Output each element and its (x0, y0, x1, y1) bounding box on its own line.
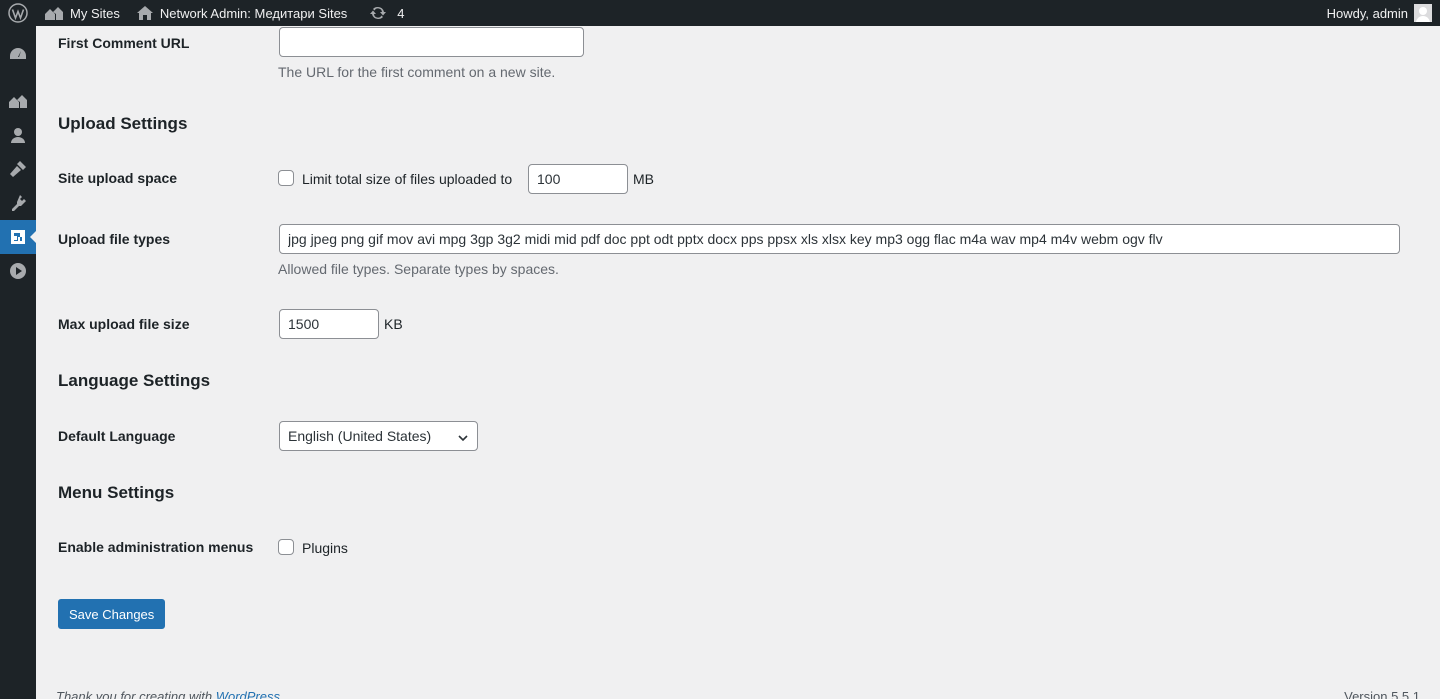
upload-settings-heading: Upload Settings (58, 114, 188, 133)
updates-count: 4 (397, 5, 405, 21)
limit-upload-checkbox-label: Limit total size of files uploaded to (302, 171, 513, 187)
upload-space-input[interactable] (528, 164, 628, 194)
my-sites-menu[interactable]: My Sites (36, 0, 128, 26)
wordpress-link[interactable]: WordPress (216, 689, 280, 699)
default-language-select[interactable]: English (United States) (279, 421, 478, 451)
footer-thanks-prefix: Thank you for creating with (56, 689, 216, 699)
save-changes-button[interactable]: Save Changes (58, 599, 166, 629)
plugins-menu-checkbox-label: Plugins (302, 540, 348, 556)
footer-thanks: Thank you for creating with WordPress. (56, 689, 284, 699)
menu-settings-heading: Menu Settings (58, 483, 175, 502)
wordpress-logo-icon[interactable] (0, 0, 36, 26)
avatar (1414, 4, 1432, 22)
main-content: First Comment URL The URL for the first … (36, 26, 1440, 699)
network-admin-label: Network Admin: Медитари Sites (159, 5, 348, 21)
upload-space-unit: MB (633, 171, 654, 187)
account-menu[interactable]: Howdy, admin (1319, 0, 1440, 26)
limit-upload-checkbox[interactable] (278, 170, 294, 186)
howdy-label: Howdy, admin (1326, 5, 1408, 21)
default-language-label: Default Language (58, 428, 176, 444)
chevron-down-icon (457, 431, 469, 447)
network-admin-menu[interactable]: Network Admin: Медитари Sites (128, 0, 355, 26)
plugins-icon[interactable] (0, 186, 36, 220)
upload-file-types-description: Allowed file types. Separate types by sp… (278, 261, 559, 277)
my-sites-label: My Sites (70, 5, 120, 21)
updates-menu[interactable]: 4 (361, 0, 412, 26)
plugins-menu-checkbox[interactable] (278, 539, 294, 555)
max-upload-file-size-input[interactable] (279, 309, 379, 339)
upload-file-types-input[interactable] (279, 224, 1400, 254)
max-upload-file-size-label: Max upload file size (58, 316, 190, 332)
users-icon[interactable] (0, 118, 36, 152)
first-comment-url-input[interactable] (279, 27, 584, 57)
admin-sidebar (0, 26, 36, 699)
enable-admin-menus-label: Enable administration menus (58, 539, 254, 555)
sites-icon[interactable] (0, 84, 36, 118)
home-icon (136, 4, 154, 22)
first-comment-url-description: The URL for the first comment on a new s… (278, 64, 556, 80)
themes-icon[interactable] (0, 152, 36, 186)
updates-icon (369, 4, 387, 22)
footer-version: Version 5.5.1 (1344, 689, 1420, 699)
admin-bar: My Sites Network Admin: Медитари Sites 4… (0, 0, 1440, 26)
default-language-value: English (United States) (288, 428, 432, 444)
settings-icon[interactable] (0, 220, 36, 254)
max-upload-file-size-unit: KB (384, 316, 403, 332)
dashboard-icon[interactable] (0, 38, 36, 72)
site-upload-space-label: Site upload space (58, 170, 178, 186)
language-settings-heading: Language Settings (58, 371, 211, 390)
my-sites-icon (44, 4, 64, 22)
first-comment-url-label: First Comment URL (58, 35, 190, 51)
media-icon[interactable] (0, 254, 36, 288)
upload-file-types-label: Upload file types (58, 231, 171, 247)
footer-thanks-suffix: . (280, 689, 284, 699)
